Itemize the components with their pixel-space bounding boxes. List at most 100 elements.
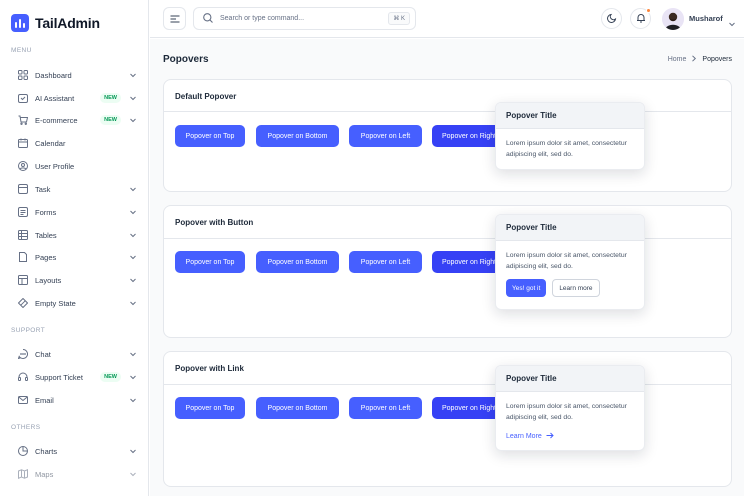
page-title: Popovers xyxy=(163,54,209,65)
notification-button[interactable] xyxy=(630,8,651,29)
sidebar-item-charts[interactable]: Charts xyxy=(11,442,137,460)
breadcrumb-current: Popovers xyxy=(702,56,732,63)
menu-icon xyxy=(170,10,180,28)
sidebar-item-calendar[interactable]: Calendar xyxy=(11,134,137,152)
chevron-down-icon xyxy=(129,231,137,239)
sidebar-item-empty-state[interactable]: Empty State xyxy=(11,294,137,312)
popover-top-button[interactable]: Popover on Top xyxy=(175,125,245,147)
sidebar-item-label: Pages xyxy=(35,252,57,262)
got-it-button[interactable]: Yes! got it xyxy=(506,279,547,297)
learn-more-link[interactable]: Learn More xyxy=(496,423,644,441)
sidebar-item-label: Dashboard xyxy=(35,70,72,80)
card-divider xyxy=(164,384,731,385)
sidebar-item-label: Email xyxy=(35,395,54,405)
new-badge: NEW xyxy=(100,115,121,125)
chevron-down-icon[interactable] xyxy=(728,15,736,33)
task-icon xyxy=(18,184,28,194)
sidebar-item-label: Support Ticket xyxy=(35,372,83,382)
sidebar-item-email[interactable]: Email xyxy=(11,391,137,409)
new-badge: NEW xyxy=(100,372,121,382)
learn-more-link-label: Learn More xyxy=(506,433,542,440)
popover-body: Lorem ipsum dolor sit amet, consectetur … xyxy=(506,140,627,158)
sidebar-item-support-ticket[interactable]: Support Ticket NEW xyxy=(11,368,137,386)
card-title: Default Popover xyxy=(175,92,237,101)
sidebar-item-label: Calendar xyxy=(35,138,66,148)
layout-icon xyxy=(18,275,28,285)
logo[interactable]: TailAdmin xyxy=(11,14,100,32)
popover-right-button[interactable]: Popover on Right xyxy=(432,125,502,147)
sidebar-item-label: Maps xyxy=(35,469,54,479)
popover: Popover Title Lorem ipsum dolor sit amet… xyxy=(495,102,645,170)
bell-icon xyxy=(636,10,646,28)
card-divider xyxy=(164,238,731,239)
learn-more-button[interactable]: Learn more xyxy=(552,279,600,297)
popover: Popover Title Lorem ipsum dolor sit amet… xyxy=(495,365,645,451)
popover-left-button[interactable]: Popover on Left xyxy=(349,397,422,419)
breadcrumb: Home Popovers xyxy=(668,55,732,64)
sidebar-item-chat[interactable]: Chat xyxy=(11,345,137,363)
pie-chart-icon xyxy=(18,446,28,456)
chevron-down-icon xyxy=(129,208,137,216)
support-section-label: SUPPORT xyxy=(11,327,46,334)
username[interactable]: Musharof xyxy=(689,14,723,23)
popover: Popover Title Lorem ipsum dolor sit amet… xyxy=(495,214,645,310)
popover-right-button[interactable]: Popover on Right xyxy=(432,397,502,419)
search-input[interactable]: Search or type command... ⌘ K xyxy=(193,7,416,30)
headset-icon xyxy=(18,372,28,382)
card-popover-with-button: Popover with Button Popover on Top Popov… xyxy=(163,205,732,338)
sidebar-item-pages[interactable]: Pages xyxy=(11,248,137,266)
sidebar-item-label: Forms xyxy=(35,207,57,217)
sidebar-item-forms[interactable]: Forms xyxy=(11,203,137,221)
popover-title: Popover Title xyxy=(496,215,644,241)
sidebar-item-label: Tables xyxy=(35,230,57,240)
popover-title: Popover Title xyxy=(496,103,644,129)
popover-left-button[interactable]: Popover on Left xyxy=(349,251,422,273)
popover-top-button[interactable]: Popover on Top xyxy=(175,397,245,419)
popover-left-button[interactable]: Popover on Left xyxy=(349,125,422,147)
popover-bottom-button[interactable]: Popover on Bottom xyxy=(256,397,339,419)
form-icon xyxy=(18,207,28,217)
sidebar-item-label: Task xyxy=(35,184,51,194)
dark-mode-toggle[interactable] xyxy=(601,8,622,29)
sidebar-item-label: User Profile xyxy=(35,161,75,171)
chevron-down-icon xyxy=(129,276,137,284)
popover-right-button[interactable]: Popover on Right xyxy=(432,251,502,273)
chevron-down-icon xyxy=(129,396,137,404)
logo-text: TailAdmin xyxy=(35,15,100,31)
logo-icon xyxy=(11,14,29,32)
popover-body: Lorem ipsum dolor sit amet, consectetur … xyxy=(506,403,627,421)
popover-bottom-button[interactable]: Popover on Bottom xyxy=(256,251,339,273)
grid-icon xyxy=(18,70,28,80)
user-icon xyxy=(18,161,28,171)
chevron-down-icon xyxy=(129,350,137,358)
cart-icon xyxy=(18,115,28,125)
popover-bottom-button[interactable]: Popover on Bottom xyxy=(256,125,339,147)
popover-actions: Yes! got it Learn more xyxy=(496,272,644,297)
sidebar-item-tables[interactable]: Tables xyxy=(11,226,137,244)
sidebar-item-maps[interactable]: Maps xyxy=(11,465,137,483)
search-shortcut: ⌘ K xyxy=(388,12,410,25)
map-icon xyxy=(18,469,28,479)
ai-icon xyxy=(18,93,28,103)
chevron-down-icon xyxy=(129,116,137,124)
sidebar-item-task[interactable]: Task xyxy=(11,180,137,198)
sidebar-item-ecommerce[interactable]: E-commerce NEW xyxy=(11,111,137,129)
chevron-down-icon xyxy=(129,94,137,102)
avatar[interactable] xyxy=(662,8,684,30)
sidebar-item-ai-assistant[interactable]: AI Assistant NEW xyxy=(11,89,137,107)
chat-icon xyxy=(18,349,28,359)
sidebar-item-user-profile[interactable]: User Profile xyxy=(11,157,137,175)
card-divider xyxy=(164,111,731,112)
breadcrumb-home[interactable]: Home xyxy=(668,56,687,63)
chevron-down-icon xyxy=(129,253,137,261)
chevron-down-icon xyxy=(129,373,137,381)
sidebar-item-layouts[interactable]: Layouts xyxy=(11,271,137,289)
popover-title: Popover Title xyxy=(496,366,644,392)
sidebar-toggle-button[interactable] xyxy=(163,7,186,30)
chevron-down-icon xyxy=(129,71,137,79)
popover-top-button[interactable]: Popover on Top xyxy=(175,251,245,273)
calendar-icon xyxy=(18,138,28,148)
chevron-right-icon xyxy=(691,55,697,64)
card-popover-with-link: Popover with Link Popover on Top Popover… xyxy=(163,351,732,487)
sidebar-item-dashboard[interactable]: Dashboard xyxy=(11,66,137,84)
